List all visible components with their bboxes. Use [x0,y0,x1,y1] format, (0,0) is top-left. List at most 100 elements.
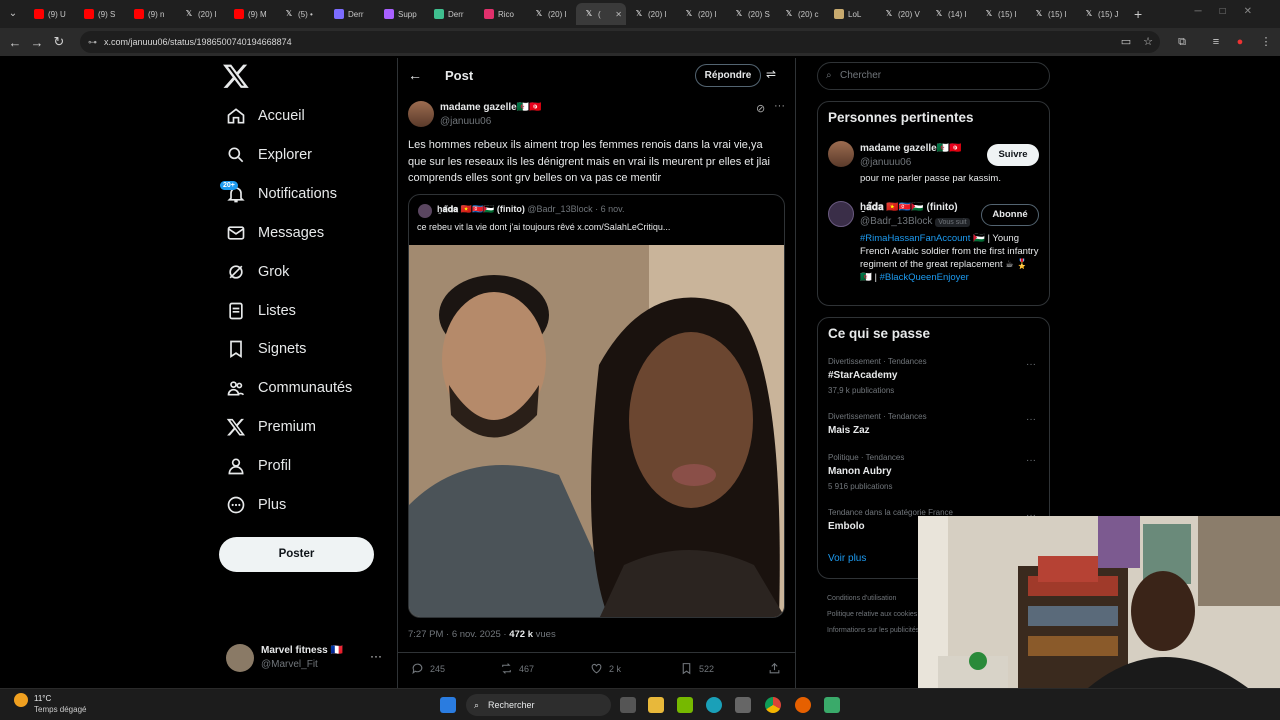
browser-menu-icon[interactable]: ⋮ [1256,32,1276,52]
browser-tab[interactable]: 𝕏 (15) I [1026,3,1076,25]
quoted-post[interactable]: ẖ𝐚̃𝐝𝐚 🇻🇳🇰🇵🇵🇸 (finito) @Badr_13Block · 6 … [408,194,785,618]
browser-tab[interactable]: LoL [826,3,876,25]
cast-icon[interactable]: ▭ [1116,32,1136,52]
browser-tab[interactable]: 𝕏 (20) S [726,3,776,25]
browser-tab[interactable]: (9) U [26,3,76,25]
browser-tab[interactable]: 𝕏 (✕ [576,3,626,25]
browser-tab[interactable]: (9) M [226,3,276,25]
hashtag-link[interactable]: #RimaHassanFanAccount [860,233,970,244]
quote-photo[interactable] [409,245,784,617]
trend-name[interactable]: #StarAcademy [828,370,897,381]
more-dots-icon[interactable]: ··· [1026,359,1036,370]
app-icon[interactable] [824,697,840,713]
reply-button[interactable]: Répondre [695,64,761,87]
post-button[interactable]: Poster [219,537,374,572]
sidebar-item-listes[interactable]: Listes [226,296,296,326]
author-avatar[interactable] [408,101,434,127]
taskbar-search[interactable]: ⌕ Rechercher [466,694,611,716]
share-action[interactable] [768,662,787,675]
author-handle[interactable]: @januuu06 [440,116,491,127]
search-input[interactable]: ⌕ Chercher [817,62,1050,90]
sidebar-item-explorer[interactable]: Explorer [226,140,312,170]
browser-tab[interactable]: 𝕏 (20) I [676,3,726,25]
sidebar-item-profil[interactable]: Profil [226,451,291,481]
browser-tab[interactable]: 𝕏 (20) I [626,3,676,25]
author-name[interactable]: madame gazelle🇩🇿🇹🇳 [440,102,542,113]
person-name[interactable]: ẖ𝐚̃𝐝𝐚 🇻🇳🇰🇵🇵🇸 (finito) [860,202,958,213]
footer-ads-link[interactable]: Informations sur les publicités [827,623,919,639]
sidebar-item-communauts[interactable]: Communautés [226,373,352,403]
browser-tab[interactable]: 𝕏 (20) V [876,3,926,25]
browser-tab[interactable]: (9) S [76,3,126,25]
more-dots-icon[interactable]: ··· [774,100,785,112]
repost-action[interactable]: 467 [500,662,534,675]
sidebar-item-signets[interactable]: Signets [226,334,306,364]
extensions-icon[interactable]: ⧉ [1172,32,1192,52]
back-arrow-icon[interactable]: ← [408,67,422,83]
account-switcher[interactable]: Marvel fitness 🇫🇷 @Marvel_Fit ··· [226,643,386,675]
back-arrow-icon[interactable]: ← [4,35,26,50]
follow-button[interactable]: Suivre [987,144,1039,166]
show-more-link[interactable]: Voir plus [828,553,866,564]
edge-icon[interactable] [706,697,722,713]
close-tab-icon[interactable]: ✕ [615,10,622,19]
sidebar-item-premium[interactable]: Premium [226,412,316,442]
footer-cookies-link[interactable]: Politique relative aux cookies [827,607,919,623]
browser-tab[interactable]: Supp [376,3,426,25]
weather-icon[interactable] [14,693,28,707]
firefox-icon[interactable] [795,697,811,713]
store-icon[interactable] [735,697,751,713]
reload-icon[interactable]: ↻ [48,34,70,50]
profile-avatar[interactable]: ● [1230,32,1250,52]
more-dots-icon[interactable]: ··· [1026,414,1036,425]
trend-name[interactable]: Embolo [828,521,865,532]
new-tab-button[interactable]: + [1134,6,1142,22]
reply-settings-icon[interactable]: ⇌ [766,67,776,81]
nvidia-icon[interactable] [677,697,693,713]
browser-tab[interactable]: 𝕏 (5) • [276,3,326,25]
avatar[interactable] [828,141,854,167]
bookmark-action[interactable]: 522 [680,662,714,675]
chrome-icon[interactable] [765,697,781,713]
reading-list-icon[interactable]: ≡ [1206,32,1226,52]
windows-start-icon[interactable] [440,697,456,713]
sidebar-item-notifications[interactable]: Notifications [226,179,337,209]
tab-list-button[interactable]: ⌄ [4,5,22,23]
like-action[interactable]: 2 k [590,662,621,675]
following-button[interactable]: Abonné [981,204,1039,226]
browser-tab[interactable]: Rico [476,3,526,25]
site-info-icon[interactable]: ⊶ [88,31,97,53]
sidebar-item-grok[interactable]: Grok [226,257,289,287]
trend-name[interactable]: Mais Zaz [828,425,870,436]
browser-tab[interactable]: 𝕏 (14) I [926,3,976,25]
more-dots-icon[interactable]: ··· [370,649,382,663]
x-logo-icon[interactable] [222,62,250,90]
hashtag-link[interactable]: #BlackQueenEnjoyer [880,272,969,283]
task-view-icon[interactable] [620,697,636,713]
more-dots-icon[interactable]: ··· [1026,455,1036,466]
browser-tab[interactable]: 𝕏 (20) c [776,3,826,25]
sidebar-item-messages[interactable]: Messages [226,218,324,248]
person-name[interactable]: madame gazelle🇩🇿🇹🇳 [860,143,962,154]
grok-icon[interactable]: ⊘ [756,102,765,115]
file-explorer-icon[interactable] [648,697,664,713]
forward-arrow-icon[interactable]: → [26,35,48,50]
footer-terms-link[interactable]: Conditions d'utilisation [827,591,919,607]
person-handle[interactable]: @januuu06 [860,157,911,168]
browser-tab[interactable]: (9) n [126,3,176,25]
avatar[interactable] [828,201,854,227]
reply-action[interactable]: 245 [411,662,445,675]
url-field[interactable]: ⊶ x.com/januuu06/status/1986500740194668… [80,31,1160,53]
browser-tab[interactable]: 𝕏 (20) I [176,3,226,25]
weather-temp[interactable]: 11°C [34,694,51,703]
browser-tab[interactable]: 𝕏 (15) J [1076,3,1126,25]
person-handle[interactable]: @Badr_13Block [860,216,932,227]
browser-tab[interactable]: 𝕏 (20) I [526,3,576,25]
sidebar-item-plus[interactable]: Plus [226,490,286,520]
browser-tab[interactable]: 𝕏 (15) I [976,3,1026,25]
weather-desc[interactable]: Temps dégagé [34,705,86,714]
browser-tab[interactable]: Derr [426,3,476,25]
sidebar-item-accueil[interactable]: Accueil [226,101,305,131]
trend-name[interactable]: Manon Aubry [828,466,892,477]
bookmark-star-icon[interactable]: ☆ [1138,32,1158,52]
